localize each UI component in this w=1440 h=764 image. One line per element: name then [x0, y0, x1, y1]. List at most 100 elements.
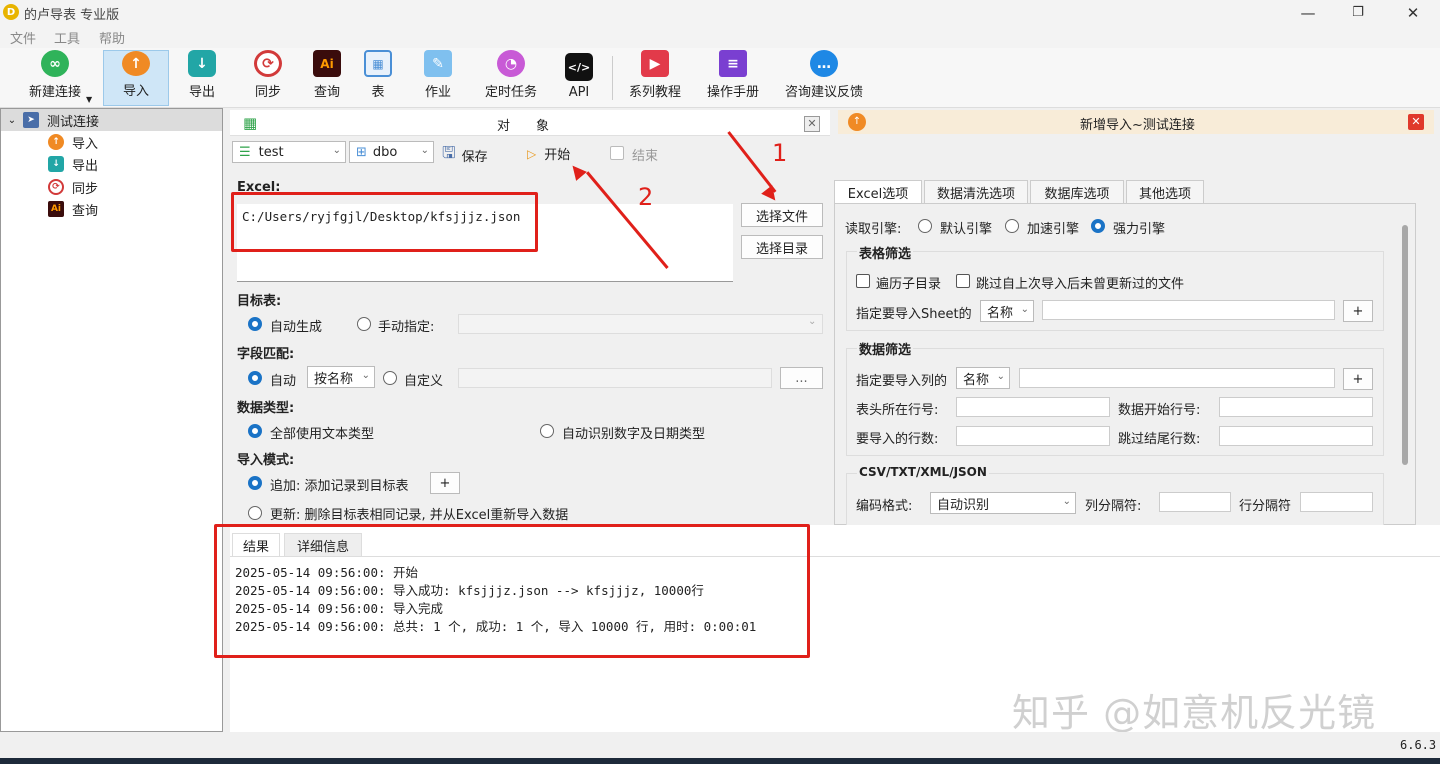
sheet-names-input[interactable] — [1042, 300, 1335, 320]
engine-strong-label: 强力引擎 — [1113, 222, 1166, 237]
object-panel-close-button[interactable]: ✕ — [804, 116, 820, 132]
update-mode-radio[interactable] — [248, 506, 262, 520]
annotation-1: 1 — [772, 139, 788, 167]
toolbar-separator — [612, 56, 613, 100]
database-icon: ☰ — [239, 144, 251, 160]
manual-button[interactable]: ≡ 操作手册 — [702, 50, 764, 106]
table-button[interactable]: ▦ 表 — [352, 50, 404, 106]
column-names-input[interactable] — [1019, 368, 1335, 388]
engine-default-radio[interactable] — [918, 219, 932, 233]
options-scrollbar[interactable] — [1402, 225, 1408, 465]
encoding-select[interactable]: 自动识别 ⌄ — [930, 492, 1076, 514]
choose-directory-button[interactable]: 选择目录 — [741, 235, 823, 259]
schedule-icon: ◔ — [497, 50, 525, 77]
query-icon: Ai — [313, 50, 341, 77]
version-label: 6.6.3 — [1400, 738, 1437, 752]
tab-database-options[interactable]: 数据库选项 — [1030, 180, 1124, 204]
new-connection-button[interactable]: ∞ 新建连接 — [14, 50, 96, 106]
manual-target-select[interactable] — [458, 314, 823, 334]
sheet-by-select[interactable]: 名称 ⌄ — [980, 300, 1034, 322]
text-type-radio[interactable] — [248, 424, 262, 438]
field-auto-radio[interactable] — [248, 371, 262, 385]
traverse-subdirs-label: 遍历子目录 — [876, 277, 942, 292]
engine-fast-radio[interactable] — [1005, 219, 1019, 233]
choose-file-button[interactable]: 选择文件 — [741, 203, 823, 227]
grid-icon: ▦ — [243, 114, 258, 132]
menu-file[interactable]: 文件 — [10, 28, 36, 47]
tree-item-export[interactable]: ↓ 导出 — [48, 153, 218, 175]
maximize-button[interactable]: ❐ — [1348, 3, 1368, 23]
job-icon: ✎ — [424, 50, 452, 77]
append-add-button[interactable]: + — [430, 472, 460, 494]
sync-icon: ⟳ — [48, 179, 64, 195]
rows-count-label: 要导入的行数: — [856, 432, 939, 447]
collapse-icon[interactable]: ⌄ — [1, 115, 23, 126]
custom-field-input[interactable] — [458, 368, 772, 388]
connection-icon: ➤ — [23, 112, 39, 128]
chevron-down-icon: ⌄ — [808, 316, 817, 327]
field-more-button[interactable]: ... — [780, 367, 823, 389]
field-match-mode-select[interactable]: 按名称 ⌄ — [307, 366, 375, 388]
tab-excel-options[interactable]: Excel选项 — [834, 180, 922, 204]
start-button[interactable]: ▷ 开始 — [527, 144, 570, 164]
skip-tail-input[interactable] — [1219, 426, 1373, 446]
end-checkbox[interactable] — [610, 146, 624, 160]
tree-root-test-connection[interactable]: ⌄ ➤ 测试连接 — [1, 109, 222, 131]
csv-options-label: CSV/TXT/XML/JSON — [857, 465, 989, 479]
app-logo-icon: D — [3, 4, 19, 20]
skip-unmodified-checkbox[interactable] — [956, 274, 970, 288]
data-type-label: 数据类型: — [237, 401, 295, 416]
append-mode-radio[interactable] — [248, 476, 262, 490]
close-button[interactable]: ✕ — [1403, 3, 1423, 23]
row-separator-input[interactable] — [1300, 492, 1373, 512]
api-button[interactable]: </> API — [556, 50, 602, 106]
tutorial-button[interactable]: ▶ 系列教程 — [623, 50, 687, 106]
feedback-button[interactable]: … 咨询建议反馈 — [780, 50, 868, 106]
tab-data-cleaning[interactable]: 数据清洗选项 — [924, 180, 1028, 204]
column-add-button[interactable]: + — [1343, 368, 1373, 390]
minimize-button[interactable]: — — [1298, 3, 1318, 23]
sync-button[interactable]: ⟳ 同步 — [242, 50, 294, 106]
auto-create-radio[interactable] — [248, 317, 262, 331]
field-auto-label: 自动 — [270, 374, 297, 389]
target-table-label: 目标表: — [237, 294, 282, 309]
tab-other-options[interactable]: 其他选项 — [1126, 180, 1204, 204]
new-connection-dropdown-icon[interactable]: ▼ — [86, 95, 92, 104]
query-icon: Ai — [48, 201, 64, 217]
taskbar-strip — [0, 758, 1440, 764]
export-button[interactable]: ↓ 导出 — [176, 50, 228, 106]
sheet-add-button[interactable]: + — [1343, 300, 1373, 322]
column-selector-label: 指定要导入列的 — [856, 374, 948, 389]
import-window-close-button[interactable]: ✕ — [1408, 114, 1424, 130]
header-row-input[interactable] — [956, 397, 1110, 417]
save-icon: 🖫 — [442, 143, 456, 162]
column-by-select[interactable]: 名称 ⌄ — [956, 367, 1010, 389]
manual-target-radio[interactable] — [357, 317, 371, 331]
import-icon: ↑ — [848, 113, 866, 131]
engine-strong-radio[interactable] — [1091, 219, 1105, 233]
field-match-label: 字段匹配: — [237, 347, 295, 362]
rows-count-input[interactable] — [956, 426, 1110, 446]
traverse-subdirs-checkbox[interactable] — [856, 274, 870, 288]
feedback-icon: … — [810, 50, 838, 77]
link-icon: ∞ — [41, 50, 69, 77]
menu-help[interactable]: 帮助 — [99, 28, 125, 47]
skip-tail-label: 跳过结尾行数: — [1118, 432, 1201, 447]
database-select[interactable]: ☰ test ⌄ — [232, 141, 346, 163]
menu-tools[interactable]: 工具 — [54, 28, 80, 47]
import-button[interactable]: ↑ 导入 — [103, 50, 169, 106]
tree-item-import[interactable]: ↑ 导入 — [48, 131, 218, 153]
schema-select[interactable]: ⊞ dbo ⌄ — [349, 141, 434, 163]
query-button[interactable]: Ai 查询 — [301, 50, 353, 106]
import-mode-label: 导入模式: — [237, 453, 295, 468]
schedule-button[interactable]: ◔ 定时任务 — [480, 50, 542, 106]
tree-item-query[interactable]: Ai 查询 — [48, 198, 218, 220]
field-custom-radio[interactable] — [383, 371, 397, 385]
save-button[interactable]: 🖫 保存 — [442, 142, 488, 169]
data-start-row-input[interactable] — [1219, 397, 1373, 417]
chevron-down-icon: ⌄ — [332, 145, 341, 156]
auto-detect-type-radio[interactable] — [540, 424, 554, 438]
column-separator-input[interactable] — [1159, 492, 1231, 512]
tree-item-sync[interactable]: ⟳ 同步 — [48, 176, 218, 198]
job-button[interactable]: ✎ 作业 — [412, 50, 464, 106]
